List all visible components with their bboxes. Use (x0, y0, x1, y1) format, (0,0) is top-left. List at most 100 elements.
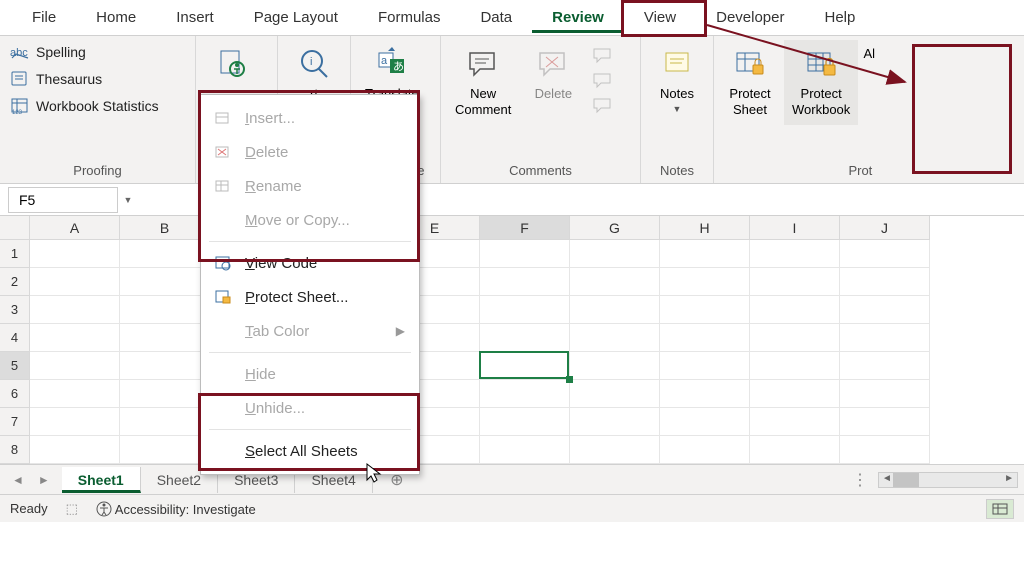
cell[interactable] (750, 268, 840, 296)
cell[interactable] (120, 268, 210, 296)
spelling-button[interactable]: abc Spelling (6, 40, 163, 64)
cell[interactable] (840, 240, 930, 268)
cell[interactable] (480, 380, 570, 408)
col-header[interactable]: G (570, 216, 660, 240)
sheet-tab[interactable]: Sheet1 (62, 467, 141, 493)
cell[interactable] (840, 296, 930, 324)
sheet-nav[interactable]: ◄► (0, 473, 62, 487)
tab-file[interactable]: File (12, 2, 76, 33)
cell[interactable] (570, 380, 660, 408)
cell[interactable] (660, 268, 750, 296)
cell[interactable] (120, 240, 210, 268)
cell[interactable] (570, 436, 660, 464)
cell[interactable] (480, 324, 570, 352)
tab-help[interactable]: Help (804, 2, 875, 33)
check-accessibility-button[interactable] (202, 40, 262, 92)
col-header[interactable]: B (120, 216, 210, 240)
horizontal-scrollbar[interactable]: ◄► (878, 472, 1018, 488)
notes-button[interactable]: Notes ▼ (647, 40, 707, 122)
prev-comment-button[interactable] (587, 44, 617, 66)
cell[interactable] (840, 408, 930, 436)
protect-workbook-button[interactable]: Protect Workbook (784, 40, 858, 125)
tab-page-layout[interactable]: Page Layout (234, 2, 358, 33)
cell[interactable] (30, 408, 120, 436)
cell[interactable] (570, 352, 660, 380)
cell[interactable] (570, 408, 660, 436)
chevron-down-icon[interactable]: ▼ (118, 195, 138, 205)
cell[interactable] (750, 240, 840, 268)
cell[interactable] (30, 268, 120, 296)
next-comment-button[interactable] (587, 69, 617, 91)
row-header[interactable]: 3 (0, 296, 30, 324)
cell[interactable] (480, 436, 570, 464)
col-header[interactable]: A (30, 216, 120, 240)
cell[interactable] (840, 268, 930, 296)
cell[interactable] (120, 324, 210, 352)
tab-insert[interactable]: Insert (156, 2, 234, 33)
cell[interactable] (30, 296, 120, 324)
row-header[interactable]: 5 (0, 352, 30, 380)
tab-formulas[interactable]: Formulas (358, 2, 461, 33)
cell[interactable] (750, 408, 840, 436)
cell[interactable] (660, 352, 750, 380)
select-all-cell[interactable] (0, 216, 30, 240)
cell[interactable] (30, 240, 120, 268)
worksheet-grid[interactable]: ABCDEFGHIJ12345678 (0, 216, 1024, 464)
cell[interactable] (660, 408, 750, 436)
cell[interactable] (840, 324, 930, 352)
cell[interactable] (30, 380, 120, 408)
cell[interactable] (30, 352, 120, 380)
protect-sheet-button[interactable]: Protect Sheet (720, 40, 780, 125)
new-comment-button[interactable]: New Comment (447, 40, 519, 125)
cell[interactable] (660, 240, 750, 268)
cell[interactable] (570, 240, 660, 268)
cell[interactable] (840, 380, 930, 408)
col-header[interactable]: F (480, 216, 570, 240)
col-header[interactable]: H (660, 216, 750, 240)
cell[interactable] (750, 380, 840, 408)
cell[interactable] (480, 268, 570, 296)
row-header[interactable]: 7 (0, 408, 30, 436)
tab-data[interactable]: Data (460, 2, 532, 33)
cell[interactable] (750, 352, 840, 380)
cell[interactable] (570, 268, 660, 296)
tab-home[interactable]: Home (76, 2, 156, 33)
menu-item-select-all-sheets[interactable]: Select All Sheets (201, 434, 419, 468)
menu-item-protect-sheet-[interactable]: Protect Sheet... (201, 280, 419, 314)
cell[interactable] (480, 352, 570, 380)
cell[interactable] (30, 324, 120, 352)
row-header[interactable]: 6 (0, 380, 30, 408)
cell[interactable] (840, 352, 930, 380)
cell[interactable] (660, 324, 750, 352)
status-accessibility[interactable]: Accessibility: Investigate (96, 501, 256, 517)
cell[interactable] (480, 408, 570, 436)
cell[interactable] (840, 436, 930, 464)
tab-view[interactable]: View (624, 2, 696, 33)
tab-review[interactable]: Review (532, 2, 624, 33)
row-header[interactable]: 1 (0, 240, 30, 268)
cell[interactable] (570, 324, 660, 352)
show-comments-button[interactable] (587, 94, 617, 116)
row-header[interactable]: 8 (0, 436, 30, 464)
cell[interactable] (120, 436, 210, 464)
cell[interactable] (120, 352, 210, 380)
thesaurus-button[interactable]: Thesaurus (6, 67, 163, 91)
cell[interactable] (660, 380, 750, 408)
name-box[interactable]: F5 (8, 187, 118, 213)
row-header[interactable]: 2 (0, 268, 30, 296)
cell[interactable] (120, 408, 210, 436)
workbook-stats-button[interactable]: 123 Workbook Statistics (6, 94, 163, 118)
cell[interactable] (750, 296, 840, 324)
col-header[interactable]: I (750, 216, 840, 240)
cell[interactable] (120, 380, 210, 408)
row-header[interactable]: 4 (0, 324, 30, 352)
cell[interactable] (660, 436, 750, 464)
delete-comment-button[interactable]: Delete (523, 40, 583, 108)
cell[interactable] (30, 436, 120, 464)
menu-item-view-code[interactable]: View Code (201, 246, 419, 280)
cell[interactable] (750, 436, 840, 464)
cell[interactable] (660, 296, 750, 324)
tab-developer[interactable]: Developer (696, 2, 804, 33)
normal-view-button[interactable] (986, 499, 1014, 519)
col-header[interactable]: J (840, 216, 930, 240)
